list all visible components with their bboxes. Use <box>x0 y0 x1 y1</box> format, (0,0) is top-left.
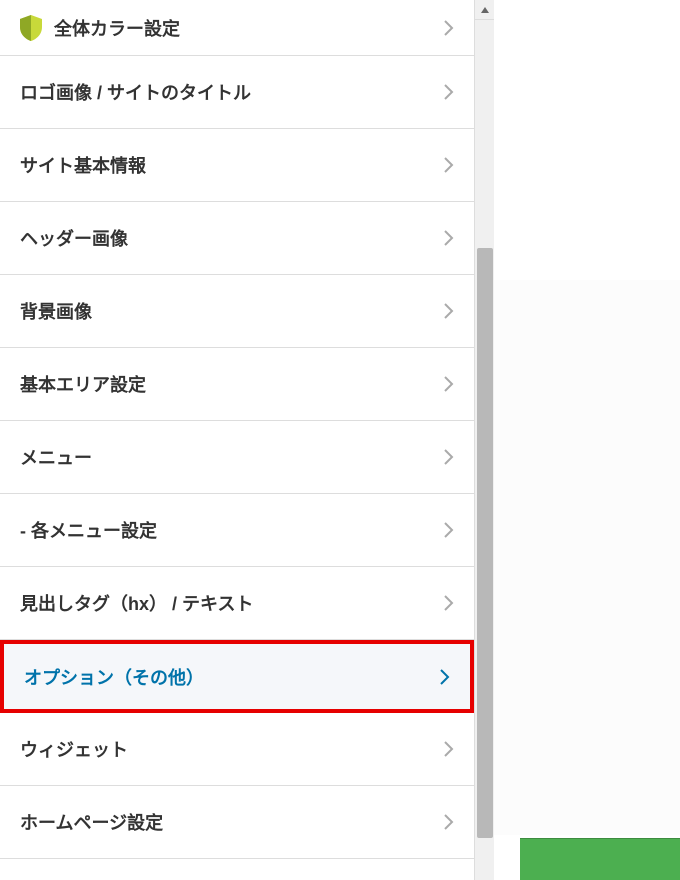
menu-item-menu[interactable]: メニュー <box>0 421 474 494</box>
scrollbar-track[interactable] <box>474 0 494 880</box>
menu-item-submenu-settings[interactable]: - 各メニュー設定 <box>0 494 474 567</box>
chevron-right-icon <box>444 84 454 100</box>
menu-item-background-image[interactable]: 背景画像 <box>0 275 474 348</box>
menu-item-label: 基本エリア設定 <box>20 371 146 397</box>
preview-content <box>494 280 680 835</box>
scrollbar-thumb[interactable] <box>477 248 493 838</box>
menu-item-label: メニュー <box>20 444 92 470</box>
menu-item-label: - 各メニュー設定 <box>20 517 157 543</box>
chevron-right-icon <box>444 595 454 611</box>
chevron-right-icon <box>444 376 454 392</box>
menu-text: 全体カラー設定 <box>54 15 180 41</box>
main-container: 全体カラー設定 ロゴ画像 / サイトのタイトル サイト基本情報 ヘッダ <box>0 0 680 880</box>
menu-item-label: オプション（その他） <box>24 664 204 690</box>
chevron-right-icon <box>444 303 454 319</box>
chevron-right-icon <box>444 230 454 246</box>
menu-item-header-image[interactable]: ヘッダー画像 <box>0 202 474 275</box>
chevron-right-icon <box>440 669 450 685</box>
preview-panel <box>494 0 680 880</box>
menu-item-label: 背景画像 <box>20 298 92 324</box>
menu-item-site-info[interactable]: サイト基本情報 <box>0 129 474 202</box>
publish-button[interactable] <box>520 838 680 880</box>
menu-item-label: 全体カラー設定 <box>20 15 180 41</box>
menu-list: 全体カラー設定 ロゴ画像 / サイトのタイトル サイト基本情報 ヘッダ <box>0 0 474 859</box>
chevron-right-icon <box>444 20 454 36</box>
menu-item-color-settings[interactable]: 全体カラー設定 <box>0 0 474 56</box>
chevron-right-icon <box>444 157 454 173</box>
menu-item-label: 見出しタグ（hx） / テキスト <box>20 590 253 616</box>
chevron-right-icon <box>444 522 454 538</box>
menu-item-label: ロゴ画像 / サイトのタイトル <box>20 79 251 105</box>
menu-item-options-other[interactable]: オプション（その他） <box>0 640 474 713</box>
menu-item-label: サイト基本情報 <box>20 152 146 178</box>
menu-item-logo-title[interactable]: ロゴ画像 / サイトのタイトル <box>0 56 474 129</box>
chevron-right-icon <box>444 814 454 830</box>
menu-item-basic-area[interactable]: 基本エリア設定 <box>0 348 474 421</box>
shield-icon <box>20 15 42 41</box>
menu-item-label: ヘッダー画像 <box>20 225 128 251</box>
menu-item-label: ウィジェット <box>20 736 128 762</box>
settings-menu-panel: 全体カラー設定 ロゴ画像 / サイトのタイトル サイト基本情報 ヘッダ <box>0 0 474 880</box>
menu-item-label: ホームページ設定 <box>20 809 163 835</box>
menu-item-heading-text[interactable]: 見出しタグ（hx） / テキスト <box>0 567 474 640</box>
chevron-right-icon <box>444 741 454 757</box>
scrollbar-up-arrow-icon[interactable] <box>475 0 495 20</box>
menu-item-homepage-settings[interactable]: ホームページ設定 <box>0 786 474 859</box>
chevron-right-icon <box>444 449 454 465</box>
menu-item-widget[interactable]: ウィジェット <box>0 713 474 786</box>
